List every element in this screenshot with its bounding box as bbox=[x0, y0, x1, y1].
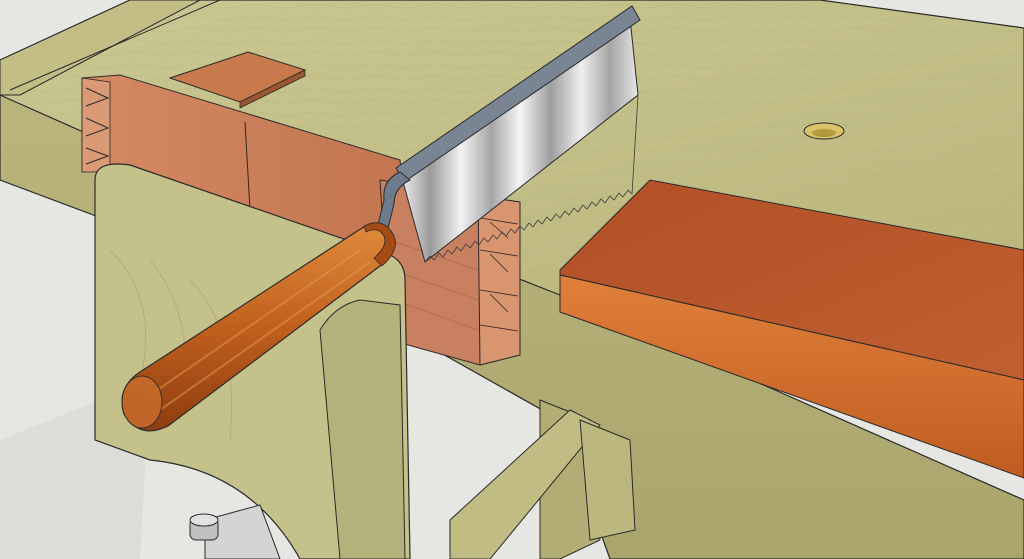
scene-canvas bbox=[0, 0, 1024, 559]
workbench-illustration bbox=[0, 0, 1024, 559]
dog-hole-inner bbox=[812, 129, 836, 137]
